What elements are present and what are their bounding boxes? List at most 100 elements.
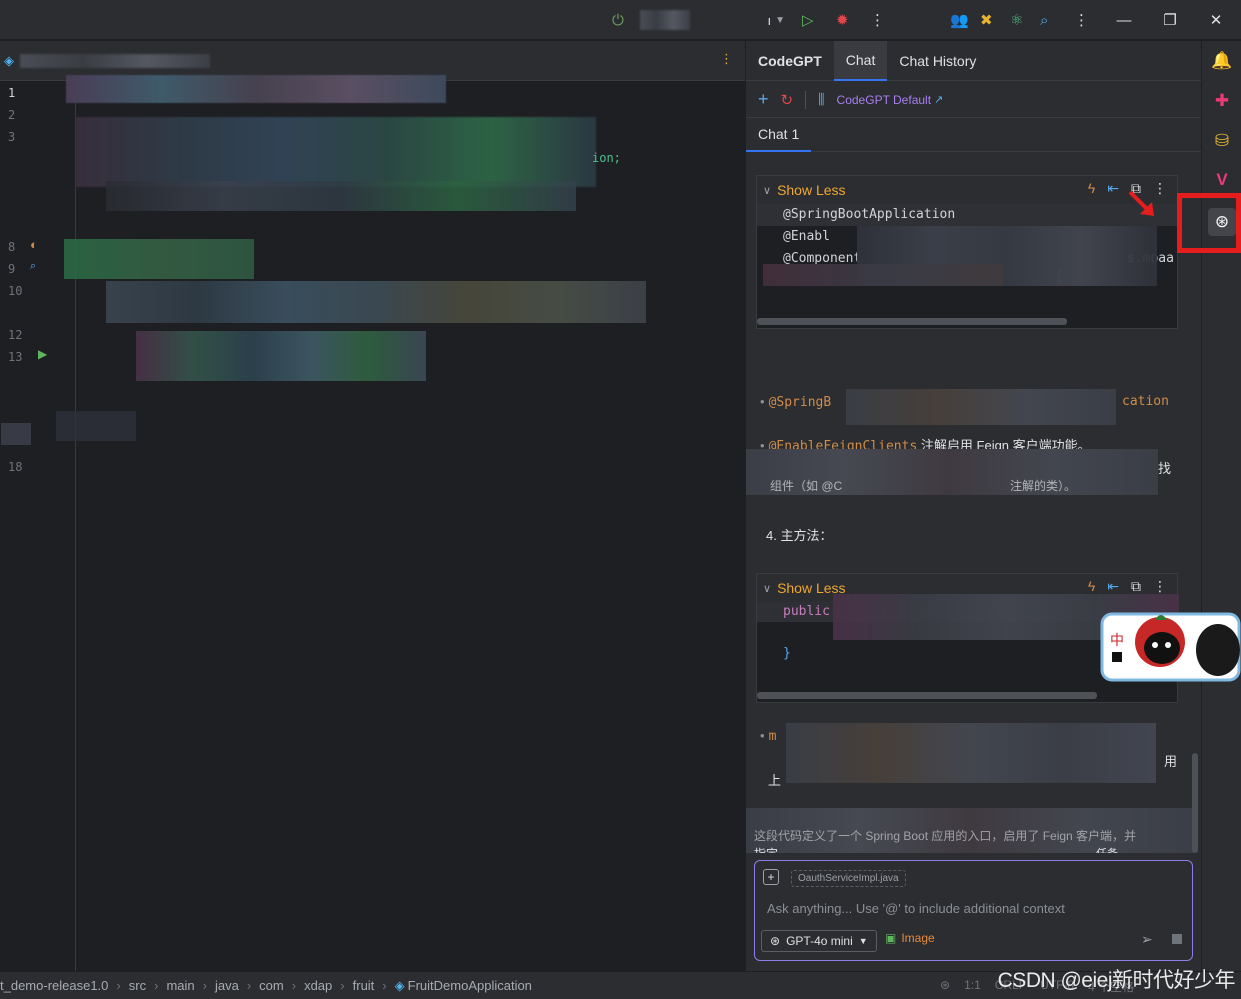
- inline-code: @SpringB: [768, 395, 832, 410]
- tab-chat-history[interactable]: Chat History: [887, 41, 988, 81]
- spring-file-icon: ◈: [4, 53, 14, 68]
- copilot-icon[interactable]: ⊛: [940, 978, 950, 995]
- chat-input-box[interactable]: + OauthServiceImpl.java Ask anything... …: [754, 860, 1193, 961]
- horizontal-scrollbar[interactable]: [757, 318, 1067, 325]
- run-config-selector-redacted[interactable]: [640, 10, 690, 30]
- breadcrumb-item[interactable]: src: [129, 978, 146, 993]
- split-icon[interactable]: ⫼: [818, 91, 824, 108]
- debug-icon[interactable]: ✹: [836, 8, 849, 32]
- line-number: 2: [8, 108, 16, 122]
- show-less-toggle[interactable]: Show Less: [777, 182, 845, 198]
- panel-tab-bar: CodeGPT Chat Chat History: [746, 40, 1202, 81]
- chevron-down-icon[interactable]: ∨: [763, 582, 771, 595]
- code-line: @Enabl: [783, 229, 830, 244]
- v-plugin-icon[interactable]: V: [1210, 168, 1234, 192]
- spring-file-icon: ◈: [394, 977, 405, 993]
- database-icon[interactable]: ⛁: [1210, 129, 1234, 153]
- insert-icon[interactable]: ⇤: [1107, 180, 1119, 197]
- breadcrumb-item[interactable]: com: [259, 978, 284, 993]
- red-arrow-annotation: [1128, 190, 1154, 216]
- breadcrumb-item[interactable]: java: [215, 978, 239, 993]
- add-context-icon[interactable]: +: [763, 869, 779, 885]
- summary-line-1: 这段代码定义了一个 Spring Boot 应用的入口，启用了 Feign 客户…: [754, 829, 1137, 843]
- run-config-selector[interactable]: ı ▼: [695, 8, 785, 32]
- plugin-icon[interactable]: ✚: [1210, 89, 1234, 113]
- code-line: public: [783, 604, 830, 619]
- minimize-icon[interactable]: —: [1112, 8, 1136, 32]
- line-number: 8: [8, 240, 16, 254]
- line-number: 13: [8, 350, 23, 364]
- chat-tab-bar: Chat 1: [746, 118, 1202, 152]
- code-block-actions: ϟ ⇤ ⧉ ⋮: [1088, 578, 1167, 595]
- chat-tab-1[interactable]: Chat 1: [746, 118, 812, 152]
- apply-icon[interactable]: ϟ: [1088, 180, 1095, 197]
- people-icon[interactable]: 👥: [950, 8, 969, 32]
- chat-input-placeholder[interactable]: Ask anything... Use '@' to include addit…: [767, 901, 1065, 916]
- code-content-redacted: ion;: [1, 75, 745, 971]
- divider: [805, 90, 807, 109]
- refresh-icon[interactable]: ↻: [781, 91, 794, 109]
- chat-messages[interactable]: ∨ Show Less ϟ ⇤ ⧉ ⋮ @SpringBootApplicati…: [746, 153, 1202, 853]
- tab-codegpt[interactable]: CodeGPT: [746, 41, 834, 81]
- copy-icon[interactable]: ⧉: [1131, 578, 1141, 595]
- more-icon[interactable]: ⋮: [870, 8, 885, 32]
- restore-icon[interactable]: ❐: [1158, 8, 1182, 32]
- bullet-text-edge: 用: [1164, 754, 1178, 769]
- highlight-box: [1177, 193, 1241, 253]
- apply-icon[interactable]: ϟ: [1088, 578, 1095, 595]
- title-bar: ⏻ ı ▼ ▷ ✹ ⋮ 👥 ✖ ⚛ ⌕ ⋮ — ❐ ✕: [0, 0, 1241, 40]
- code-block-header: ∨ Show Less ϟ ⇤ ⧉ ⋮: [757, 176, 1177, 204]
- svg-text:中: 中: [1110, 633, 1124, 649]
- new-chat-icon[interactable]: +: [758, 89, 769, 110]
- model-selector[interactable]: ⊛ GPT-4o mini ▼: [761, 930, 877, 952]
- breadcrumb-item[interactable]: fruit: [353, 978, 375, 993]
- inline-code-tail: cation: [1122, 394, 1169, 409]
- provider-link[interactable]: CodeGPT Default ↗: [837, 93, 944, 107]
- code-line: @SpringBootApplication: [783, 207, 956, 222]
- openai-icon: ⊛: [770, 934, 781, 948]
- chevron-down-icon[interactable]: ∨: [763, 184, 771, 197]
- external-link-icon: ↗: [934, 94, 944, 106]
- horizontal-scrollbar[interactable]: [757, 692, 1097, 699]
- find-usage-icon[interactable]: ⌕: [30, 260, 36, 273]
- tab-chat[interactable]: Chat: [833, 40, 888, 81]
- code-block-1: ∨ Show Less ϟ ⇤ ⧉ ⋮ @SpringBootApplicati…: [756, 175, 1179, 329]
- vertical-scrollbar[interactable]: [1192, 753, 1198, 853]
- code-fragment: ion;: [592, 151, 621, 165]
- stop-icon[interactable]: [1172, 934, 1182, 944]
- atom-icon[interactable]: ⚛: [1010, 8, 1023, 32]
- editor-more-icon[interactable]: ⋮: [720, 51, 733, 67]
- search-icon[interactable]: ⌕: [1040, 8, 1048, 32]
- breadcrumb-item[interactable]: xdap: [304, 978, 332, 993]
- csdn-watermark: CSDN @eiej新时代好少年: [997, 969, 1236, 992]
- line-gutter: 1 2 3 8 9 10 12 13 18 ◐ ⌕ ▶: [0, 81, 76, 971]
- bean-icon[interactable]: ◐: [30, 237, 38, 252]
- attached-file-chip[interactable]: OauthServiceImpl.java: [791, 870, 906, 887]
- insert-icon[interactable]: ⇤: [1107, 578, 1119, 595]
- notifications-icon[interactable]: 🔔: [1210, 49, 1234, 73]
- run-gutter-icon[interactable]: ▶: [38, 347, 47, 361]
- code-editor[interactable]: ◈ ⋮ 1 2 3 8 9 10 12 13 18 ◐ ⌕ ▶ ✓ ion;: [0, 41, 745, 971]
- bullet-item: • m: [760, 728, 777, 744]
- breadcrumb-item[interactable]: t_demo-release1.0: [0, 978, 108, 993]
- summary-line-2: 指定: [754, 845, 778, 853]
- bullet-text-edge: 找: [1158, 461, 1172, 476]
- tools-icon[interactable]: ✖: [980, 8, 993, 32]
- line-number: 12: [8, 328, 23, 342]
- file-tab[interactable]: ◈: [4, 51, 224, 71]
- send-icon[interactable]: ➢: [1141, 931, 1153, 948]
- more-icon[interactable]: ⋮: [1153, 578, 1167, 595]
- breadcrumb-item[interactable]: main: [166, 978, 194, 993]
- image-label: Image: [901, 931, 935, 945]
- codegpt-panel: CodeGPT Chat Chat History + ↻ ⫼ CodeGPT …: [745, 40, 1202, 971]
- cursor-position[interactable]: 1:1: [964, 978, 981, 995]
- run-config-label: ı: [767, 12, 772, 28]
- breadcrumb-item[interactable]: FruitDemoApplication: [408, 978, 532, 993]
- power-icon[interactable]: ⏻: [612, 8, 624, 32]
- bullet-text: 上: [768, 773, 782, 788]
- menu-icon[interactable]: ⋮: [1074, 8, 1089, 32]
- image-button[interactable]: ▣ Image: [885, 931, 935, 945]
- chevron-down-icon: ▼: [775, 14, 785, 26]
- run-icon[interactable]: ▷: [802, 8, 814, 32]
- close-icon[interactable]: ✕: [1204, 8, 1228, 32]
